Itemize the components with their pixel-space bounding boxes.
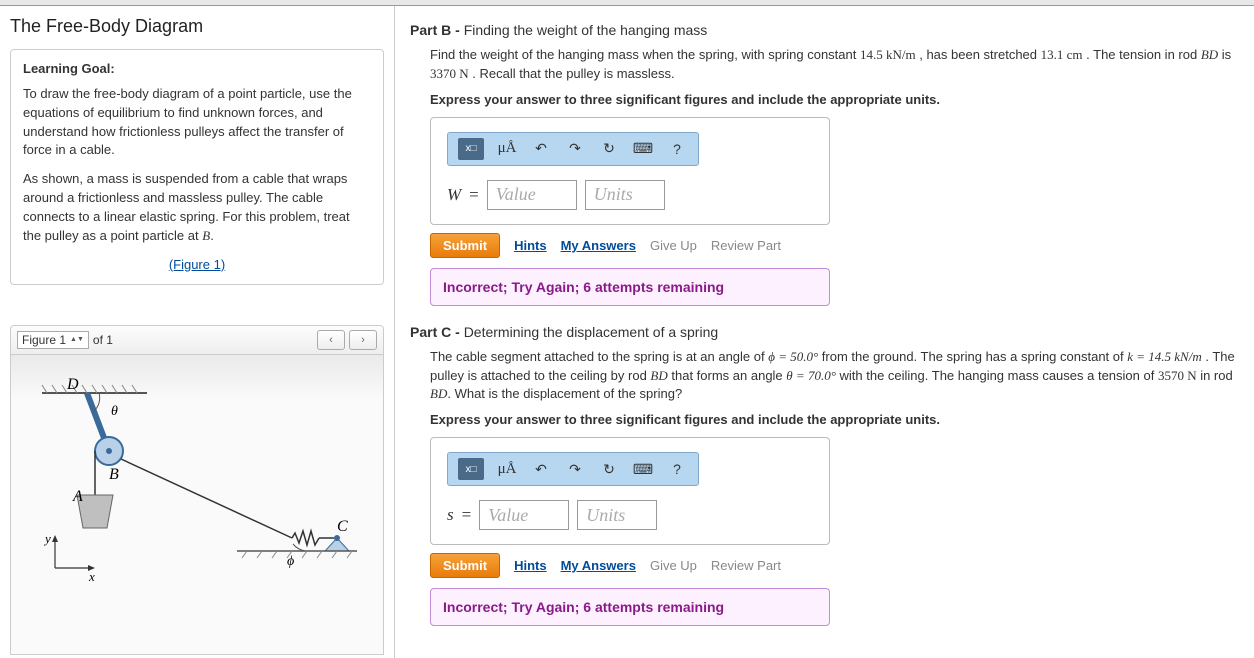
- reset-button[interactable]: ↻: [598, 138, 620, 160]
- spinner-icon: ▲▼: [70, 337, 84, 343]
- scenario-text: As shown, a mass is suspended from a cab…: [23, 170, 371, 245]
- part-c-question: The cable segment attached to the spring…: [430, 348, 1239, 405]
- svg-text:B: B: [109, 466, 119, 483]
- free-body-diagram: D θ B A: [37, 373, 357, 603]
- part-c-actions: Submit Hints My Answers Give Up Review P…: [430, 553, 1239, 578]
- reset-icon: ↻: [603, 140, 615, 157]
- part-b-header: Part B - Finding the weight of the hangi…: [410, 22, 1239, 38]
- undo-button[interactable]: ↶: [530, 458, 552, 480]
- help-button[interactable]: ?: [666, 458, 688, 480]
- svg-text:A: A: [72, 488, 83, 505]
- undo-button[interactable]: ↶: [530, 138, 552, 160]
- help-button[interactable]: ?: [666, 138, 688, 160]
- part-b-equation-row: W = Value Units: [447, 180, 813, 210]
- part-b-units-input[interactable]: Units: [585, 180, 665, 210]
- part-b-submit-button[interactable]: Submit: [430, 233, 500, 258]
- special-chars-button[interactable]: μÅ: [496, 138, 518, 160]
- special-chars-icon: μÅ: [498, 461, 517, 478]
- part-c-toolbar: x□ μÅ ↶ ↷ ↻ ⌨ ?: [447, 452, 699, 486]
- templates-icon: x□: [465, 143, 476, 154]
- two-column-layout: The Free-Body Diagram Learning Goal: To …: [0, 6, 1254, 658]
- figure-panel-header: Figure 1 ▲▼ of 1 ‹ ›: [10, 325, 384, 355]
- part-c-hints-link[interactable]: Hints: [514, 558, 547, 573]
- learning-goal-label: Learning Goal:: [23, 60, 371, 79]
- part-c-review-link[interactable]: Review Part: [711, 558, 781, 573]
- templates-button[interactable]: x□: [458, 138, 484, 160]
- figure-count: of 1: [93, 333, 113, 347]
- redo-icon: ↷: [569, 461, 581, 478]
- part-c-units-input[interactable]: Units: [577, 500, 657, 530]
- part-c-variable: s: [447, 505, 454, 525]
- part-b-my-answers-link[interactable]: My Answers: [561, 238, 636, 253]
- part-b-review-link[interactable]: Review Part: [711, 238, 781, 253]
- part-c-feedback: Incorrect; Try Again; 6 attempts remaini…: [430, 588, 830, 626]
- help-icon: ?: [673, 461, 681, 477]
- figure-next-button[interactable]: ›: [349, 330, 377, 350]
- help-icon: ?: [673, 141, 681, 157]
- chevron-right-icon: ›: [361, 334, 365, 346]
- chevron-left-icon: ‹: [329, 334, 333, 346]
- part-c-equation-row: s = Value Units: [447, 500, 813, 530]
- keyboard-button[interactable]: ⌨: [632, 138, 654, 160]
- part-c-header: Part C - Determining the displacement of…: [410, 324, 1239, 340]
- svg-text:C: C: [337, 518, 348, 535]
- part-b-feedback: Incorrect; Try Again; 6 attempts remaini…: [430, 268, 830, 306]
- part-c-give-up-link[interactable]: Give Up: [650, 558, 697, 573]
- part-b-answer-box: x□ μÅ ↶ ↷ ↻ ⌨ ? W = Value Units: [430, 117, 830, 225]
- part-c-answer-box: x□ μÅ ↶ ↷ ↻ ⌨ ? s = Value Units: [430, 437, 830, 545]
- part-b-question: Find the weight of the hanging mass when…: [430, 46, 1239, 84]
- page-title: The Free-Body Diagram: [10, 16, 384, 37]
- svg-text:θ: θ: [111, 404, 118, 419]
- part-b-variable: W: [447, 185, 461, 205]
- part-c-submit-button[interactable]: Submit: [430, 553, 500, 578]
- undo-icon: ↶: [535, 461, 547, 478]
- keyboard-icon: ⌨: [633, 461, 653, 478]
- figure-prev-button[interactable]: ‹: [317, 330, 345, 350]
- part-b-instruction: Express your answer to three significant…: [430, 92, 1239, 107]
- svg-text:D: D: [66, 376, 79, 393]
- redo-icon: ↷: [569, 140, 581, 157]
- templates-icon: x□: [465, 464, 476, 475]
- figure-body: D θ B A: [10, 355, 384, 655]
- part-c-my-answers-link[interactable]: My Answers: [561, 558, 636, 573]
- part-b-actions: Submit Hints My Answers Give Up Review P…: [430, 233, 1239, 258]
- part-b-give-up-link[interactable]: Give Up: [650, 238, 697, 253]
- reset-button[interactable]: ↻: [598, 458, 620, 480]
- part-c-instruction: Express your answer to three significant…: [430, 412, 1239, 427]
- templates-button[interactable]: x□: [458, 458, 484, 480]
- special-chars-icon: μÅ: [498, 140, 517, 157]
- redo-button[interactable]: ↷: [564, 138, 586, 160]
- redo-button[interactable]: ↷: [564, 458, 586, 480]
- reset-icon: ↻: [603, 461, 615, 478]
- part-c-value-input[interactable]: Value: [479, 500, 569, 530]
- svg-text:x: x: [88, 569, 95, 584]
- undo-icon: ↶: [535, 140, 547, 157]
- part-b-toolbar: x□ μÅ ↶ ↷ ↻ ⌨ ?: [447, 132, 699, 166]
- learning-goal-box: Learning Goal: To draw the free-body dia…: [10, 49, 384, 285]
- figure-link[interactable]: (Figure 1): [23, 256, 371, 275]
- keyboard-icon: ⌨: [633, 140, 653, 157]
- part-b-hints-link[interactable]: Hints: [514, 238, 547, 253]
- learning-goal-text: To draw the free-body diagram of a point…: [23, 85, 371, 160]
- part-b-value-input[interactable]: Value: [487, 180, 577, 210]
- figure-panel: Figure 1 ▲▼ of 1 ‹ ›: [10, 325, 384, 655]
- left-panel: The Free-Body Diagram Learning Goal: To …: [0, 6, 395, 658]
- special-chars-button[interactable]: μÅ: [496, 458, 518, 480]
- figure-selector[interactable]: Figure 1 ▲▼: [17, 331, 89, 349]
- svg-text:y: y: [43, 531, 51, 546]
- right-panel: Part B - Finding the weight of the hangi…: [395, 6, 1254, 658]
- keyboard-button[interactable]: ⌨: [632, 458, 654, 480]
